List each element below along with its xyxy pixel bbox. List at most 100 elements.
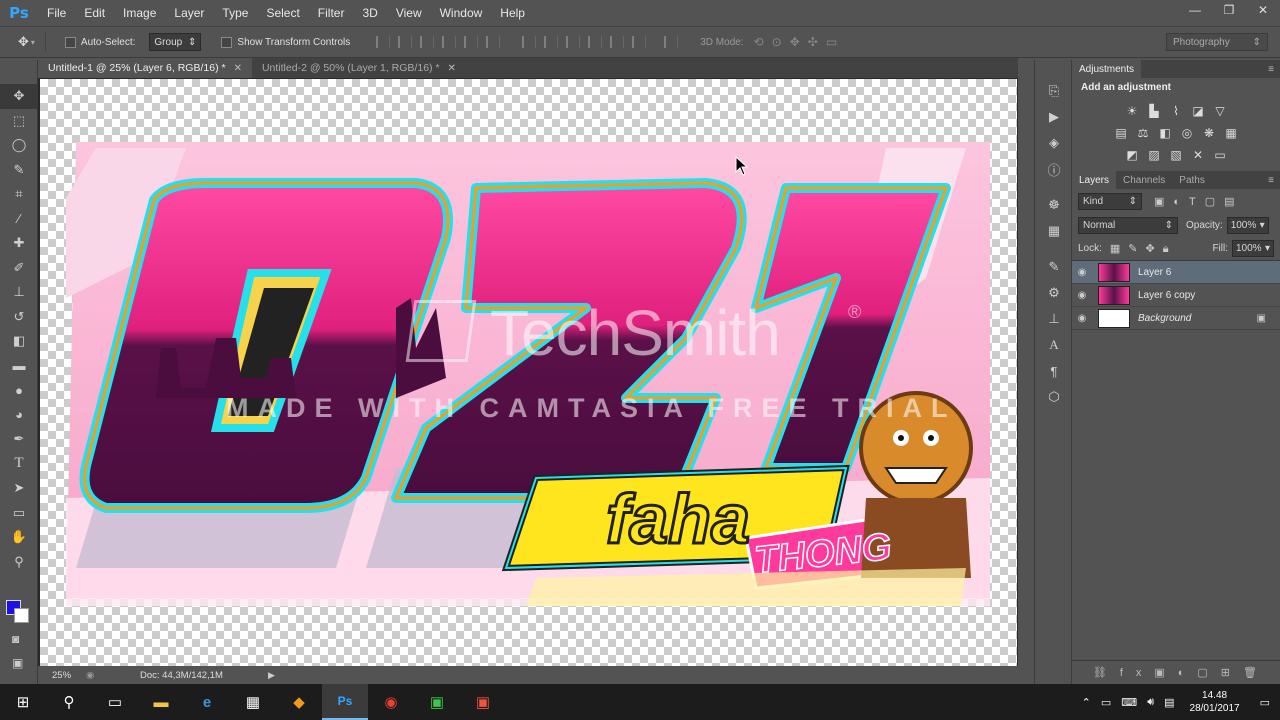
- zoom-level[interactable]: 25%: [38, 670, 86, 681]
- tray-chevron-icon[interactable]: ⌃: [1077, 696, 1096, 709]
- stamp-tool-icon[interactable]: ⊥: [0, 280, 38, 305]
- 3d-mode-icons[interactable]: ⟲⊙✥✣▭: [754, 35, 846, 49]
- history-icon[interactable]: ⎘: [1035, 78, 1073, 104]
- battery-icon[interactable]: ▭: [1096, 696, 1116, 709]
- menu-filter[interactable]: Filter: [309, 0, 354, 26]
- menu-3d[interactable]: 3D: [353, 0, 386, 26]
- info-icon[interactable]: ⓘ: [1035, 156, 1073, 182]
- layer-filter-dropdown[interactable]: Kind ⇕: [1078, 192, 1142, 210]
- clone-source-icon[interactable]: ⊥: [1035, 306, 1073, 332]
- menu-select[interactable]: Select: [257, 0, 308, 26]
- panel-menu-icon[interactable]: ≡: [1268, 175, 1280, 186]
- align-right-icon[interactable]: [486, 36, 501, 48]
- gradient-tool-icon[interactable]: ▬: [0, 354, 38, 379]
- close-icon[interactable]: ✕: [234, 63, 242, 74]
- panel-menu-icon[interactable]: ≡: [1268, 64, 1280, 75]
- path-select-tool-icon[interactable]: ➤: [0, 476, 38, 501]
- paint-app-icon[interactable]: ◆: [276, 684, 322, 720]
- distribute-left-icon[interactable]: [588, 36, 603, 48]
- black-white-icon[interactable]: ◧: [1157, 125, 1173, 141]
- show-transform-checkbox[interactable]: [221, 36, 233, 48]
- tab-untitled-2[interactable]: Untitled-2 @ 50% (Layer 1, RGB/16) * ✕: [252, 58, 466, 78]
- brightness-icon[interactable]: ☀: [1124, 103, 1140, 119]
- camtasia-recorder-icon[interactable]: ▣: [414, 684, 460, 720]
- layer-row-layer-6-copy[interactable]: ◉ Layer 6 copy: [1072, 284, 1280, 307]
- eyedropper-tool-icon[interactable]: ⁄: [0, 207, 38, 232]
- crop-tool-icon[interactable]: ⌗: [0, 182, 38, 207]
- zoom-tool-icon[interactable]: ⚲: [0, 550, 38, 575]
- file-explorer-icon[interactable]: ▬: [138, 684, 184, 720]
- visibility-eye-icon[interactable]: ◉: [1072, 313, 1092, 324]
- minimize-button[interactable]: —: [1178, 0, 1212, 20]
- quick-select-tool-icon[interactable]: ✎: [0, 158, 38, 183]
- task-view-icon[interactable]: ▭: [92, 684, 138, 720]
- move-tool-icon[interactable]: ✥: [0, 84, 38, 109]
- notifications-icon[interactable]: ▭: [1250, 696, 1280, 709]
- lasso-tool-icon[interactable]: ◯: [0, 133, 38, 158]
- status-info-icon[interactable]: ◉: [86, 670, 100, 681]
- align-bottom-icon[interactable]: [420, 36, 435, 48]
- curves-icon[interactable]: ⌇: [1168, 103, 1184, 119]
- tab-paths[interactable]: Paths: [1172, 171, 1212, 189]
- workspace-dropdown[interactable]: Photography ⇕: [1166, 33, 1268, 51]
- 3d-icon[interactable]: ⬡: [1035, 384, 1073, 410]
- clock[interactable]: 14.48 28/01/2017: [1180, 689, 1250, 715]
- status-arrow-icon[interactable]: ▶: [268, 670, 275, 681]
- color-balance-icon[interactable]: ⚖: [1135, 125, 1151, 141]
- selective-color-icon[interactable]: ✕: [1190, 147, 1206, 163]
- move-tool-icon[interactable]: ✥: [18, 34, 29, 50]
- healing-tool-icon[interactable]: ✚: [0, 231, 38, 256]
- pen-tool-icon[interactable]: ✒: [0, 427, 38, 452]
- volume-icon[interactable]: 🔊︎: [1142, 696, 1159, 709]
- eraser-tool-icon[interactable]: ◧: [0, 329, 38, 354]
- align-hcenter-icon[interactable]: [464, 36, 479, 48]
- menu-layer[interactable]: Layer: [165, 0, 213, 26]
- chrome-icon[interactable]: ◉: [368, 684, 414, 720]
- marquee-tool-icon[interactable]: ⬚: [0, 109, 38, 134]
- layer-row-layer-6[interactable]: ◉ Layer 6: [1072, 261, 1280, 284]
- keyboard-icon[interactable]: ▤: [1159, 696, 1179, 709]
- tab-untitled-1[interactable]: Untitled-1 @ 25% (Layer 6, RGB/16) * ✕: [38, 58, 252, 78]
- background-color-swatch[interactable]: [14, 608, 29, 623]
- brushes-icon[interactable]: ✎: [1035, 254, 1073, 280]
- paragraph-icon[interactable]: ¶: [1035, 358, 1073, 384]
- tab-layers[interactable]: Layers: [1072, 171, 1117, 189]
- distribute-top-icon[interactable]: [522, 36, 537, 48]
- color-lookup-icon[interactable]: ▦: [1223, 125, 1239, 141]
- history-brush-icon[interactable]: ↺: [0, 305, 38, 330]
- layer-row-background[interactable]: ◉ Background ▣: [1072, 307, 1280, 330]
- hand-tool-icon[interactable]: ✋: [0, 525, 38, 550]
- exposure-icon[interactable]: ◪: [1190, 103, 1206, 119]
- dodge-tool-icon[interactable]: ◕: [0, 403, 38, 428]
- layer-name[interactable]: Background: [1138, 313, 1257, 324]
- invert-icon[interactable]: ◩: [1124, 147, 1140, 163]
- opacity-input[interactable]: 100% ▾: [1226, 216, 1269, 234]
- network-icon[interactable]: ⌨: [1116, 696, 1142, 709]
- close-icon[interactable]: ✕: [448, 63, 456, 74]
- photo-filter-icon[interactable]: ◎: [1179, 125, 1195, 141]
- align-top-icon[interactable]: [376, 36, 391, 48]
- menu-edit[interactable]: Edit: [75, 0, 114, 26]
- screen-mode-icon[interactable]: ▣: [12, 656, 23, 670]
- restore-button[interactable]: ❐: [1212, 0, 1246, 20]
- layer-name[interactable]: Layer 6 copy: [1138, 290, 1195, 301]
- fill-input[interactable]: 100% ▾: [1232, 240, 1274, 257]
- posterize-icon[interactable]: ▨: [1146, 147, 1162, 163]
- menu-window[interactable]: Window: [431, 0, 492, 26]
- hue-saturation-icon[interactable]: ▤: [1113, 125, 1129, 141]
- distribute-right-icon[interactable]: [632, 36, 647, 48]
- distribute-bottom-icon[interactable]: [566, 36, 581, 48]
- channel-mixer-icon[interactable]: ❋: [1201, 125, 1217, 141]
- windows-start-icon[interactable]: ⊞: [0, 684, 46, 720]
- color-icon[interactable]: ☸: [1035, 192, 1073, 218]
- artwork[interactable]: faha THONG 021: [66, 138, 990, 606]
- menu-view[interactable]: View: [387, 0, 431, 26]
- menu-type[interactable]: Type: [213, 0, 257, 26]
- visibility-eye-icon[interactable]: ◉: [1072, 267, 1092, 278]
- align-vcenter-icon[interactable]: [398, 36, 413, 48]
- layers-footer-icons[interactable]: ⛓fx▣◐▢⊞🗑︎: [1072, 660, 1280, 684]
- blend-mode-dropdown[interactable]: Normal ⇕: [1078, 216, 1178, 234]
- tab-channels[interactable]: Channels: [1116, 171, 1172, 189]
- menu-image[interactable]: Image: [114, 0, 165, 26]
- shape-tool-icon[interactable]: ▭: [0, 501, 38, 526]
